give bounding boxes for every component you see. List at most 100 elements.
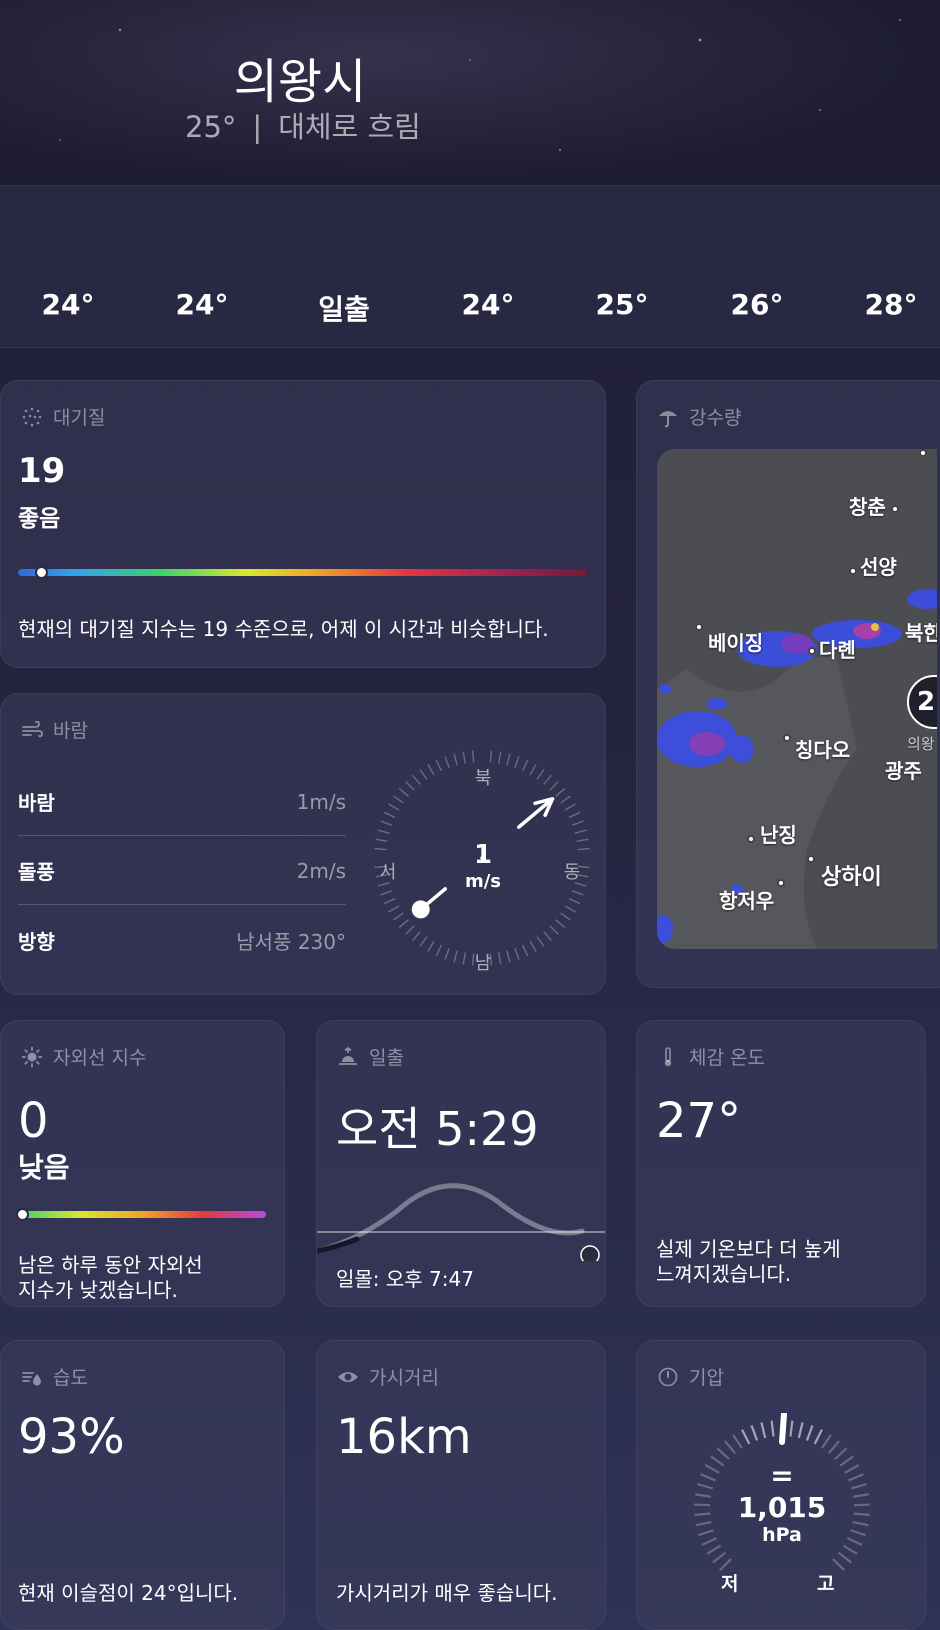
hourly-sunrise-label: 일출 bbox=[318, 293, 370, 326]
compass-tick bbox=[521, 944, 529, 957]
card-title: 자외선 지수 bbox=[53, 1047, 147, 1069]
hourly-temp: 24° bbox=[461, 288, 515, 321]
compass-tick bbox=[571, 890, 584, 896]
card-title: 체감 온도 bbox=[689, 1047, 765, 1069]
pressure-unit: hPa bbox=[762, 1524, 802, 1546]
map-city-dot bbox=[807, 855, 815, 863]
precipitation-map[interactable]: 창춘 선양 베이징 다롄 북한 칭다오 2 의왕 광주 난징 상하이 항저우 bbox=[657, 449, 937, 949]
wind-gust-row: 돌풍 2m/s bbox=[18, 837, 346, 905]
pressure-tick bbox=[839, 1455, 854, 1467]
compass-tick bbox=[536, 769, 545, 780]
uv-description-line: 남은 하루 동안 자외선 bbox=[18, 1253, 203, 1277]
visibility-card[interactable]: 가시거리 16km 가시거리가 매우 좋습니다. bbox=[316, 1340, 606, 1630]
wind-row-label: 바람 bbox=[18, 791, 55, 815]
aqi-description: 현재의 대기질 지수는 19 수준으로, 어제 이 시간과 비슷합니다. bbox=[18, 617, 549, 641]
feels-like-description-line: 실제 기온보다 더 높게 bbox=[656, 1237, 841, 1261]
map-city-changchun: 창춘 bbox=[849, 495, 886, 519]
aqi-scale-bar bbox=[18, 569, 587, 576]
compass-tick bbox=[549, 925, 559, 935]
pressure-tick bbox=[832, 1558, 846, 1572]
pressure-tick bbox=[732, 1434, 743, 1449]
map-city-hangzhou: 항저우 bbox=[719, 889, 775, 913]
compass-tick bbox=[398, 788, 409, 797]
map-city-north-korea: 북한 bbox=[905, 621, 937, 645]
pressure-tick bbox=[770, 1420, 775, 1437]
uv-label: 낮음 bbox=[18, 1151, 70, 1184]
wind-row-value: 1m/s bbox=[296, 789, 346, 814]
visibility-value: 16km bbox=[336, 1409, 472, 1465]
compass-tick bbox=[506, 753, 511, 766]
uv-scale-bar bbox=[18, 1211, 266, 1218]
air-quality-icon bbox=[22, 407, 42, 426]
wind-card[interactable]: 바람 바람 1m/s 돌풍 2m/s 방향 남서풍 230° 북 남 동 서 1… bbox=[0, 693, 606, 995]
card-header: 습도 bbox=[21, 1363, 88, 1390]
sun-path-chart bbox=[317, 1183, 605, 1261]
pressure-tick bbox=[848, 1473, 864, 1482]
compass-tick bbox=[543, 931, 552, 942]
compass-tick bbox=[419, 936, 428, 947]
compass-tick bbox=[462, 751, 467, 764]
compass-tick bbox=[380, 890, 393, 896]
map-city-dot bbox=[747, 835, 755, 843]
compass-tick bbox=[564, 905, 576, 913]
compass-tick bbox=[529, 764, 537, 776]
compass-tick bbox=[506, 950, 511, 963]
pressure-low-label: 저 bbox=[721, 1573, 739, 1595]
pressure-high-label: 고 bbox=[817, 1573, 835, 1595]
feels-like-card[interactable]: 체감 온도 27° 실제 기온보다 더 높게 느껴지겠습니다. bbox=[636, 1020, 926, 1307]
pressure-card[interactable]: 기압 = 1,015 hPa 저 고 bbox=[636, 1340, 926, 1630]
map-city-dot bbox=[849, 567, 857, 575]
map-city-dot bbox=[695, 623, 703, 631]
wind-direction-row: 방향 남서풍 230° bbox=[18, 906, 346, 974]
hourly-forecast[interactable]: 24° 24° 일출 24° 25° 26° 28° bbox=[0, 185, 940, 348]
wind-row-label: 방향 bbox=[18, 929, 55, 954]
humidity-description: 현재 이슬점이 24°입니다. bbox=[18, 1581, 239, 1605]
sunrise-card[interactable]: 일출 오전 5:29 일몰: 오후 7:47 bbox=[316, 1020, 606, 1307]
pressure-tick bbox=[724, 1440, 737, 1454]
compass-tick bbox=[383, 811, 396, 819]
humidity-value: 93% bbox=[18, 1409, 125, 1465]
air-quality-card[interactable]: 대기질 19 좋음 현재의 대기질 지수는 19 수준으로, 어제 이 시간과 … bbox=[0, 380, 606, 668]
pressure-tick bbox=[852, 1520, 869, 1527]
card-title: 습도 bbox=[53, 1367, 88, 1389]
pressure-marker bbox=[779, 1413, 787, 1445]
map-city-dot bbox=[783, 734, 791, 742]
compass-tick bbox=[564, 803, 576, 811]
hourly-temp: 26° bbox=[730, 288, 784, 321]
compass-tick bbox=[419, 769, 428, 780]
uv-description-line: 지수가 낮겠습니다. bbox=[18, 1278, 178, 1302]
uv-card[interactable]: 자외선 지수 0 낮음 남은 하루 동안 자외선 지수가 낮겠습니다. bbox=[0, 1020, 285, 1307]
compass-tick bbox=[383, 897, 396, 905]
aqi-label: 좋음 bbox=[18, 506, 61, 532]
current-temp: 25° bbox=[185, 110, 237, 144]
compass-tick bbox=[380, 820, 393, 826]
card-title: 대기질 bbox=[53, 407, 106, 429]
compass-tick bbox=[577, 847, 590, 851]
precipitation-card[interactable]: 강수량 창춘 선양 베이징 다롄 북 칭다오 2 의왕 광주 난징 상하이 항저… bbox=[636, 380, 940, 988]
compass-tick bbox=[412, 931, 421, 942]
pressure-tick bbox=[846, 1537, 863, 1546]
wind-speed-row: 바람 1m/s bbox=[18, 768, 346, 836]
compass-tick bbox=[427, 940, 435, 952]
card-title: 가시거리 bbox=[369, 1367, 439, 1389]
pressure-tick bbox=[697, 1483, 714, 1490]
compass-tick bbox=[388, 905, 400, 913]
card-header: 바람 bbox=[21, 716, 88, 743]
compass-tick bbox=[529, 940, 537, 952]
hourly-temp: 28° bbox=[864, 288, 918, 321]
sun-position-marker bbox=[580, 1245, 600, 1261]
compass-east: 동 bbox=[563, 862, 581, 883]
card-header: 기압 bbox=[657, 1363, 724, 1390]
feels-like-description: 실제 기온보다 더 높게 느껴지겠습니다. bbox=[656, 1237, 841, 1287]
wind-row-value: 2m/s bbox=[296, 858, 346, 883]
header-starfield bbox=[59, 19, 901, 152]
humidity-card[interactable]: 습도 93% 현재 이슬점이 24°입니다. bbox=[0, 1340, 285, 1630]
pressure-tick bbox=[741, 1429, 751, 1445]
sunrise-icon bbox=[339, 1046, 357, 1065]
card-header: 강수량 bbox=[657, 403, 741, 430]
pressure-tick bbox=[694, 1512, 711, 1517]
pressure-tick bbox=[827, 1440, 840, 1454]
uv-description: 남은 하루 동안 자외선 지수가 낮겠습니다. bbox=[18, 1253, 203, 1303]
compass-tick bbox=[377, 829, 390, 834]
radar-overlay bbox=[657, 449, 937, 949]
